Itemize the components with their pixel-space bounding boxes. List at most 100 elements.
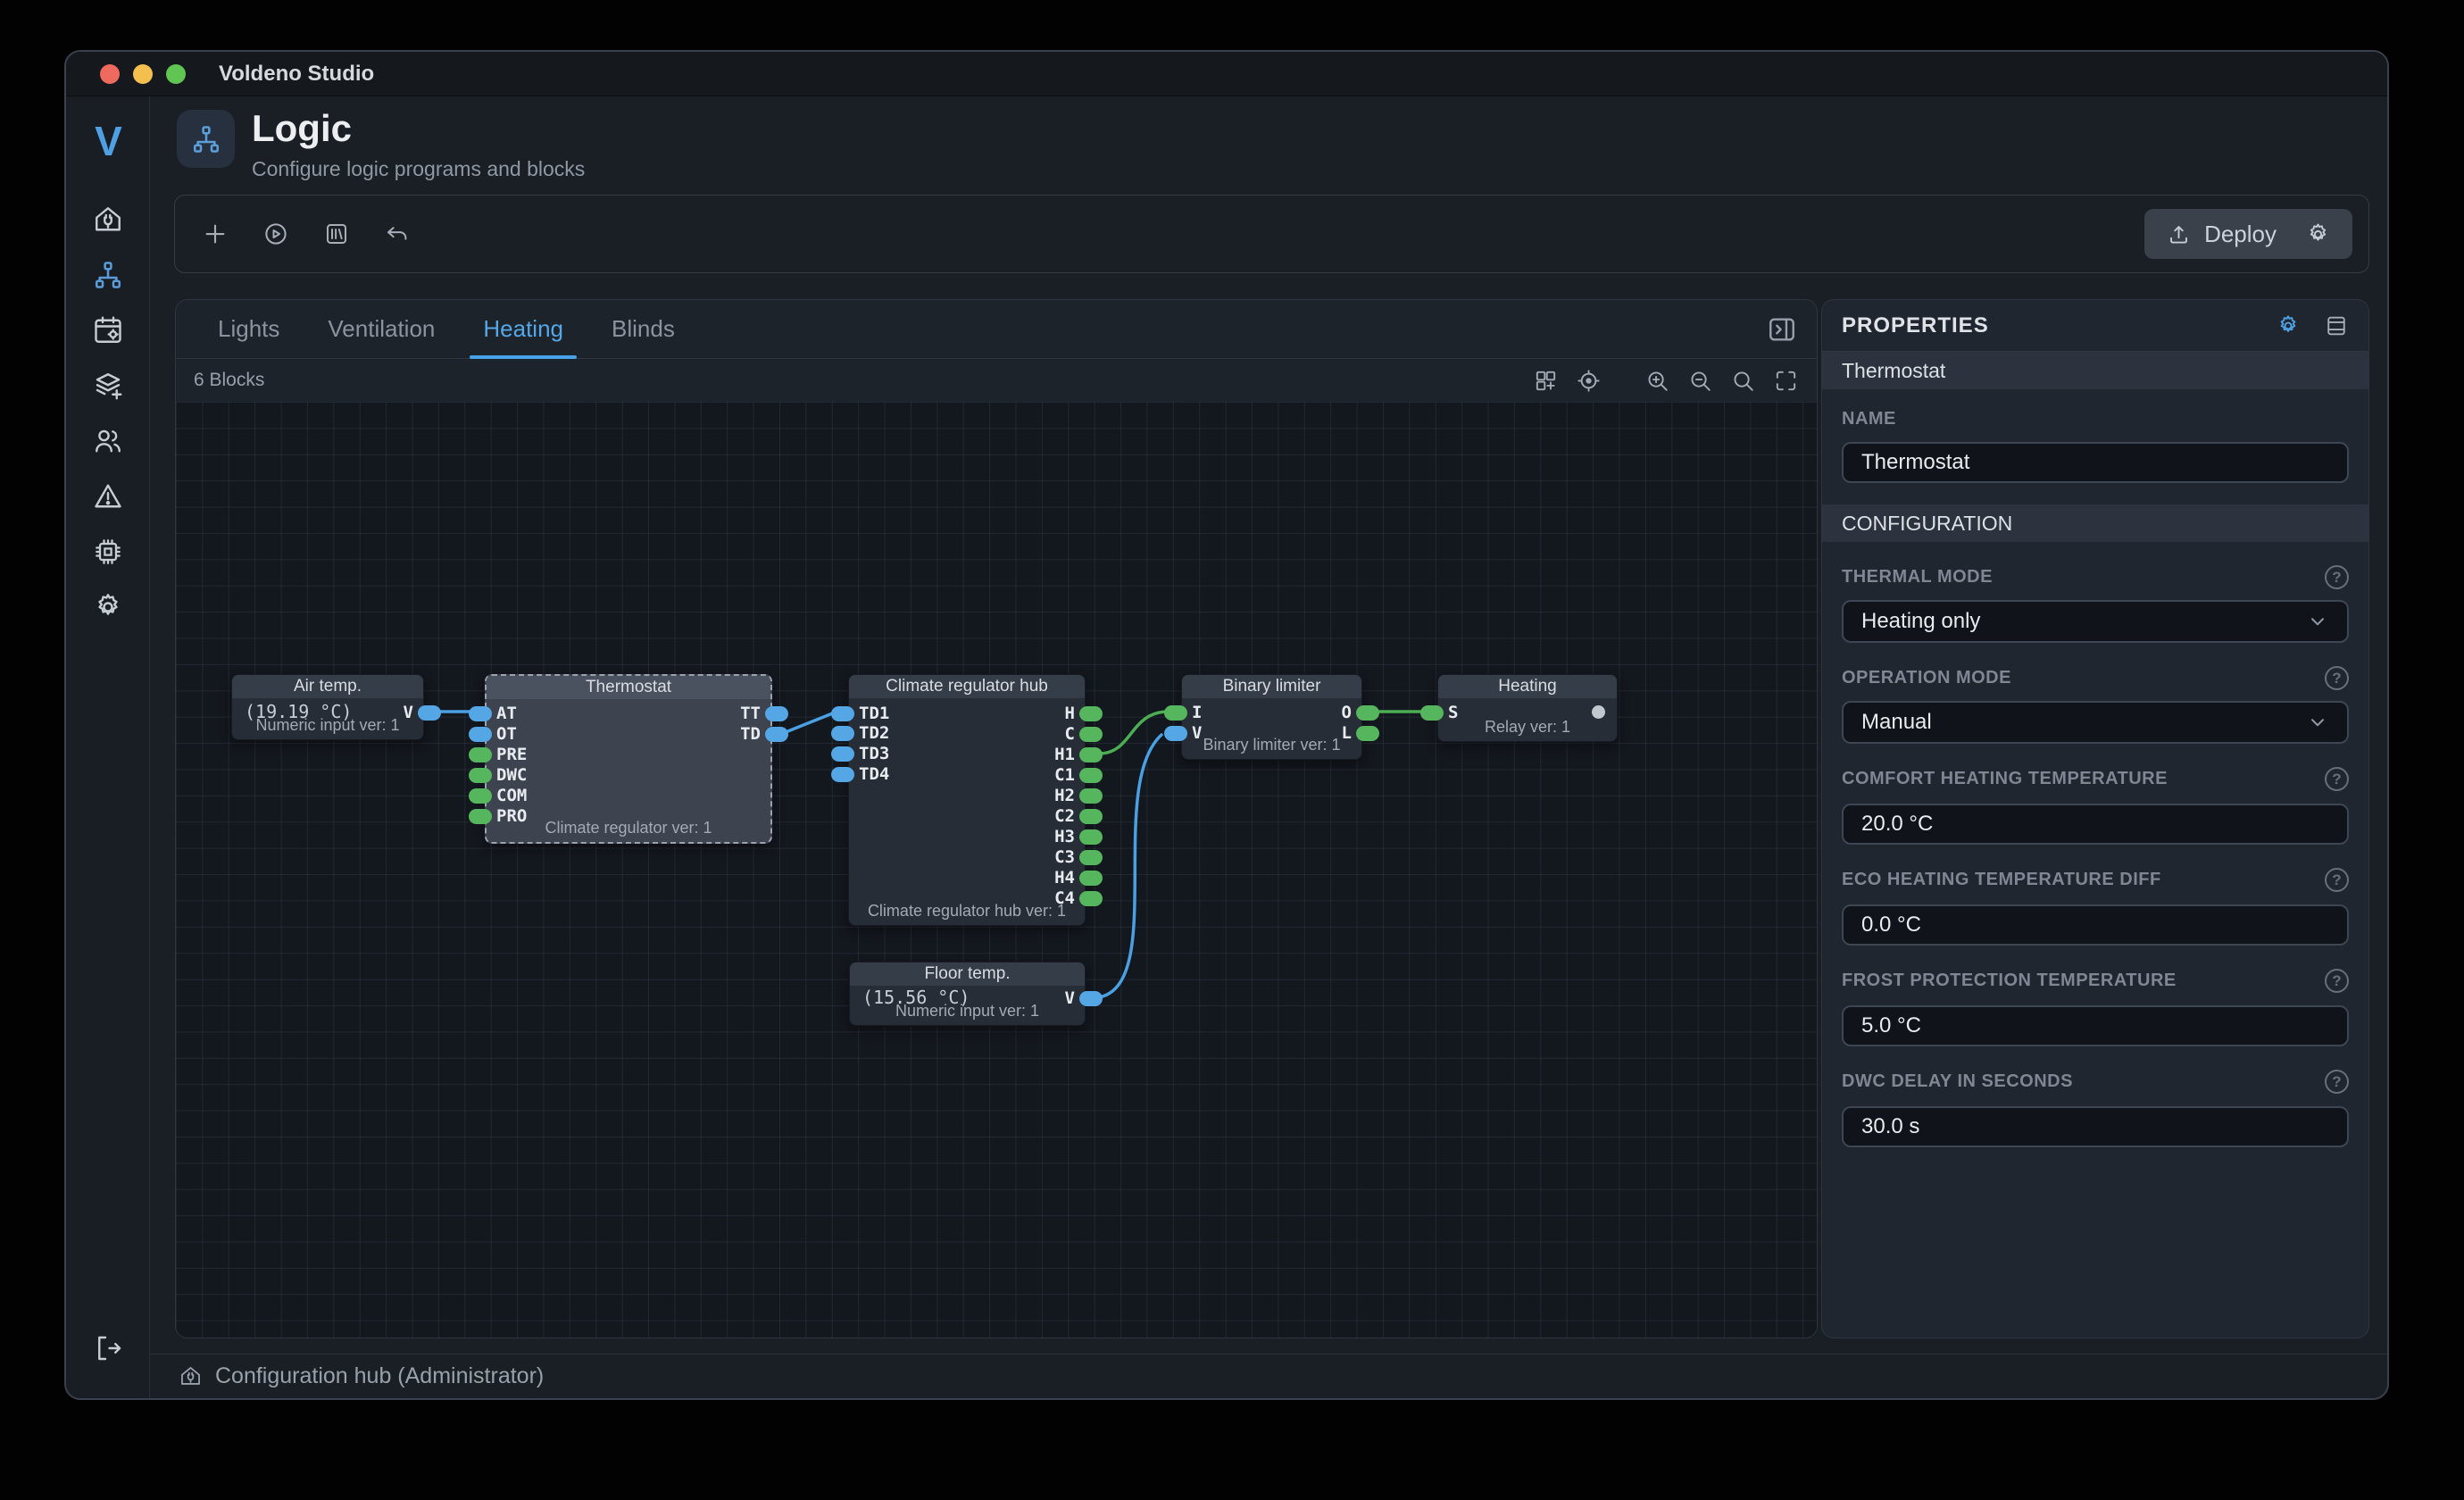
gear-icon	[2276, 313, 2301, 338]
port-tt[interactable]	[765, 706, 788, 721]
field-label: DWC DELAY IN SECONDS	[1842, 1071, 2073, 1092]
port-i[interactable]	[1164, 705, 1187, 721]
run-button[interactable]	[252, 210, 300, 258]
app-logo: V	[95, 114, 121, 168]
operation-mode-select[interactable]: Manual	[1842, 701, 2349, 744]
undo-button[interactable]	[373, 210, 421, 258]
help-icon[interactable]: ?	[2325, 565, 2349, 589]
port-td2[interactable]	[831, 726, 854, 741]
tab-blinds[interactable]: Blinds	[587, 300, 699, 358]
sidebar-item-logic[interactable]	[86, 254, 130, 296]
node-thermostat[interactable]: ThermostatATOTPREDWCCOMPROTTTDClimate re…	[485, 674, 772, 844]
sidebar-item-schedules[interactable]	[86, 309, 130, 352]
collapse-panel-button[interactable]	[1765, 314, 1799, 345]
add-grid-button[interactable]	[1533, 368, 1559, 394]
node-floor-temp[interactable]: Floor temp.(15.56 °C)VNumeric input ver:…	[849, 962, 1086, 1026]
tab-ventilation[interactable]: Ventilation	[304, 300, 459, 358]
node-title: Climate regulator hub	[849, 675, 1085, 698]
comfort-heating-temperature-input[interactable]	[1842, 804, 2349, 845]
zoom-out-icon	[1687, 368, 1713, 394]
port-at[interactable]	[469, 706, 492, 721]
tab-lights[interactable]: Lights	[194, 300, 304, 358]
sidebar-item-scenes[interactable]	[86, 364, 130, 407]
field-label-row: OPERATION MODE?	[1842, 666, 2349, 690]
help-icon[interactable]: ?	[2325, 1070, 2349, 1094]
port-o[interactable]	[1356, 705, 1379, 721]
fullscreen-icon	[1773, 368, 1799, 394]
thermal-mode-select[interactable]: Heating only	[1842, 600, 2349, 643]
properties-header: PROPERTIES	[1822, 300, 2368, 352]
field-comfort-heating-temperature: COMFORT HEATING TEMPERATURE?	[1842, 767, 2349, 845]
add-block-button[interactable]	[191, 210, 239, 258]
node-heating[interactable]: HeatingSRelay ver: 1	[1437, 674, 1618, 742]
port-label: C	[1065, 723, 1075, 745]
help-icon[interactable]: ?	[2325, 666, 2349, 690]
home-plug-icon	[179, 1364, 203, 1388]
port-label: TD1	[859, 703, 889, 724]
port-label: I	[1192, 702, 1202, 723]
port-c3[interactable]	[1079, 850, 1103, 865]
field-eco-heating-temperature-diff: ECO HEATING TEMPERATURE DIFF?	[1842, 868, 2349, 946]
sidebar-item-settings[interactable]	[86, 586, 130, 629]
fit-view-button[interactable]	[1773, 368, 1799, 394]
sidebar-item-home[interactable]	[86, 198, 130, 241]
port-h1[interactable]	[1079, 747, 1103, 762]
sidebar-item-alerts[interactable]	[86, 475, 130, 518]
maximize-window-button[interactable]	[166, 64, 186, 84]
port-ot[interactable]	[469, 727, 492, 742]
properties-log-button[interactable]	[2324, 313, 2349, 338]
chevron-down-icon	[2306, 610, 2329, 633]
minimize-window-button[interactable]	[133, 64, 153, 84]
port-c2[interactable]	[1079, 809, 1103, 824]
node-air-temp[interactable]: Air temp.(19.19 °C)VNumeric input ver: 1	[231, 674, 424, 740]
tab-heating[interactable]: Heating	[459, 300, 587, 358]
field-label-row: FROST PROTECTION TEMPERATURE?	[1842, 969, 2349, 993]
eco-heating-temperature-diff-input[interactable]	[1842, 904, 2349, 946]
page-subtitle: Configure logic programs and blocks	[252, 157, 585, 181]
wire	[1099, 735, 1161, 997]
port-com[interactable]	[469, 788, 492, 804]
node-footer: Relay ver: 1	[1438, 718, 1617, 737]
field-label: COMFORT HEATING TEMPERATURE	[1842, 769, 2168, 789]
canvas-grid[interactable]: Air temp.(19.19 °C)VNumeric input ver: 1…	[176, 402, 1817, 1338]
port-td3[interactable]	[831, 746, 854, 762]
frost-protection-temperature-input[interactable]	[1842, 1005, 2349, 1046]
help-icon[interactable]: ?	[2325, 969, 2349, 993]
library-button[interactable]	[312, 210, 361, 258]
configuration-band: CONFIGURATION	[1822, 504, 2368, 542]
node-binary-limiter[interactable]: Binary limiterIVOLBinary limiter ver: 1	[1181, 674, 1362, 760]
help-icon[interactable]: ?	[2325, 767, 2349, 791]
wire	[786, 712, 835, 732]
zoom-out-button[interactable]	[1687, 368, 1713, 394]
users-icon	[92, 425, 124, 457]
help-icon[interactable]: ?	[2325, 868, 2349, 892]
close-window-button[interactable]	[100, 64, 120, 84]
port-c1[interactable]	[1079, 768, 1103, 783]
blocks-count: 6 Blocks	[194, 370, 264, 391]
name-label: NAME	[1842, 409, 2349, 429]
port-h2[interactable]	[1079, 788, 1103, 804]
deploy-settings-icon[interactable]	[2305, 221, 2331, 247]
gear-icon	[92, 591, 124, 623]
port-td1[interactable]	[831, 706, 854, 721]
port-pre[interactable]	[469, 747, 492, 762]
dwc-delay-in-seconds-input[interactable]	[1842, 1106, 2349, 1147]
port-td4[interactable]	[831, 767, 854, 782]
canvas-card: Lights Ventilation Heating Blinds 6 Bloc…	[175, 299, 1818, 1338]
center-view-button[interactable]	[1576, 368, 1602, 394]
name-input[interactable]	[1842, 442, 2349, 483]
logout-button[interactable]	[86, 1327, 130, 1370]
port-td[interactable]	[765, 727, 788, 742]
port-h4[interactable]	[1079, 871, 1103, 886]
port-h[interactable]	[1079, 706, 1103, 721]
deploy-button[interactable]: Deploy	[2144, 209, 2352, 259]
sidebar-item-hardware[interactable]	[86, 530, 130, 573]
port-c[interactable]	[1079, 727, 1103, 742]
port-dwc[interactable]	[469, 768, 492, 783]
zoom-in-button[interactable]	[1644, 368, 1670, 394]
search-button[interactable]	[1730, 368, 1756, 394]
node-climate-regulator-hub[interactable]: Climate regulator hubTD1TD2TD3TD4HCH1C1H…	[848, 674, 1086, 926]
properties-settings-button[interactable]	[2276, 313, 2301, 338]
port-h3[interactable]	[1079, 829, 1103, 845]
sidebar-item-users[interactable]	[86, 420, 130, 462]
